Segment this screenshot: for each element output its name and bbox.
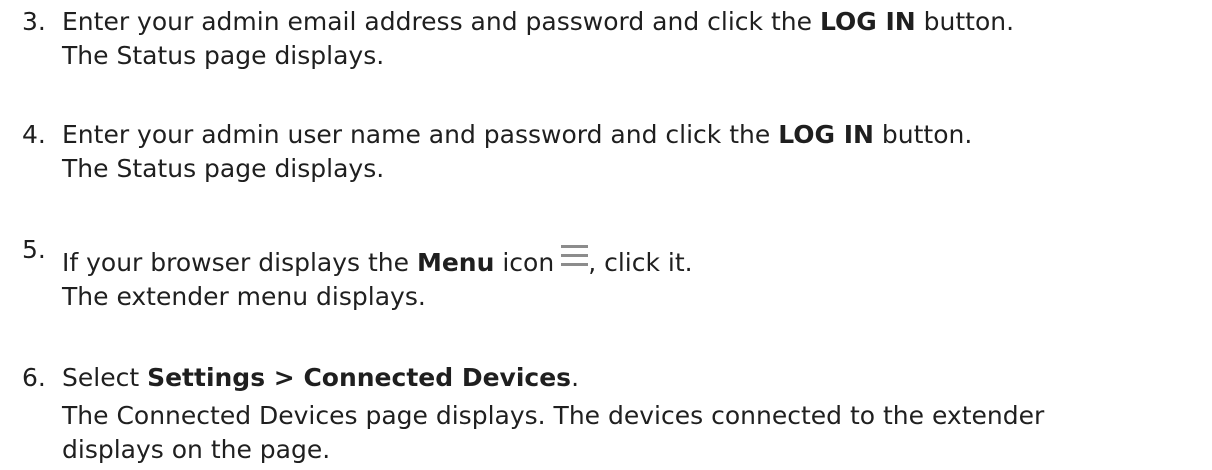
step-number: 3. [22,7,46,36]
menu-icon [561,245,589,267]
step-instruction: Enter your admin email address and passw… [62,4,1014,40]
instruction-text: Enter your admin user name and password … [62,120,779,149]
step-result: The extender menu displays. [62,282,426,311]
instruction-text: Enter your admin email address and passw… [62,7,820,36]
step-result: The Connected Devices page displays. The… [62,401,1045,430]
instruction-text: button. [915,7,1015,36]
step-instruction: Select Settings > Connected Devices. [62,360,579,396]
step-result: The Status page displays. [62,154,385,183]
settings-path-label: Settings > Connected Devices [147,363,572,392]
step-instruction: Enter your admin user name and password … [62,117,972,153]
step-number: 5. [22,235,46,264]
step-number: 6. [22,363,46,392]
step-number: 4. [22,120,46,149]
menu-label: Menu [416,248,495,277]
instruction-text: . [571,363,580,392]
step-result-continued: displays on the page. [62,435,331,464]
step-result: The Status page displays. [62,41,385,70]
instruction-steps: 3. Enter your admin email address and pa… [0,0,1212,470]
instruction-text: , click it. [588,248,693,277]
log-in-label: LOG IN [819,7,916,36]
instruction-text: icon [494,248,555,277]
step-instruction: If your browser displays the Menu icon , … [62,245,693,281]
log-in-label: LOG IN [778,120,874,149]
instruction-text: If your browser displays the [62,248,417,277]
instruction-text: Select [62,363,148,392]
instruction-text: button. [873,120,973,149]
